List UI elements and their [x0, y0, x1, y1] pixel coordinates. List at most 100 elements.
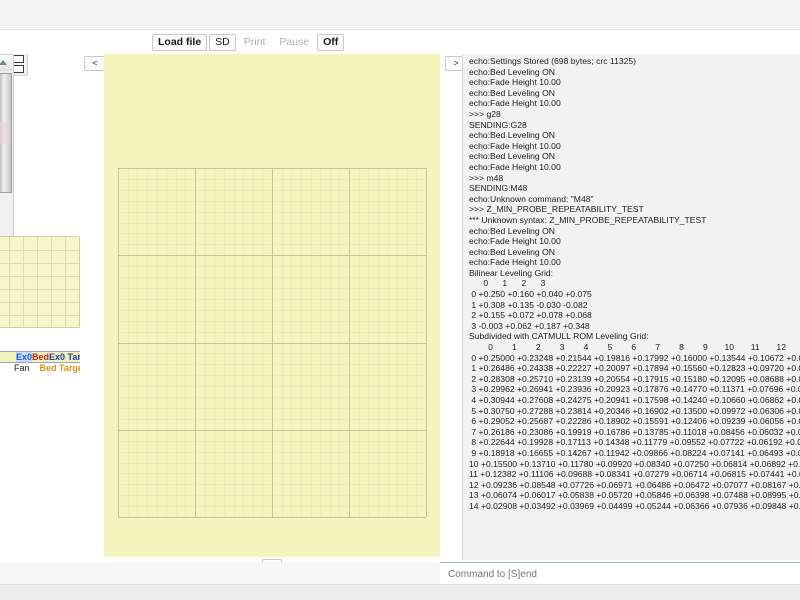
sd-button[interactable]: SD — [209, 33, 236, 51]
temp-grid-line-horizontal — [0, 302, 79, 303]
temp-grid-line-horizontal — [0, 315, 79, 316]
load-file-button[interactable]: Load file — [152, 33, 208, 51]
main-toolbar: Load file SD Print Pause Off — [0, 30, 800, 54]
bed-grid-line-horizontal — [118, 178, 426, 180]
bed-grid-line-horizontal — [118, 495, 426, 497]
console-line: SENDING:G28 — [469, 119, 527, 130]
bed-grid-line-horizontal — [118, 200, 426, 202]
bed-grid-line-horizontal — [118, 277, 426, 279]
console-line: *** Unknown syntax: Z_MIN_PROBE_REPEATAB… — [469, 214, 707, 225]
bed-visualization-panel: < + — [80, 54, 440, 571]
bed-grid-line-horizontal — [118, 375, 426, 377]
console-line: echo:Bed Leveling ON — [469, 151, 555, 162]
console-line: 10 +0.15500 +0.13710 +0.11780 +0.09920 +… — [469, 458, 800, 469]
bed-grid-line-horizontal — [118, 407, 426, 409]
legend-bed-label: Bed — [32, 352, 50, 362]
bed-grid-line-horizontal — [118, 418, 426, 420]
bed-grid-line-horizontal — [118, 342, 426, 344]
bed-grid-line-horizontal — [118, 266, 426, 268]
bed-grid-line-horizontal — [118, 168, 426, 169]
console-line: 1 +0.308 +0.135 -0.030 -0.082 — [469, 299, 588, 310]
console-line: echo:Fade Height 10.00 — [469, 236, 561, 247]
bottom-strip — [0, 562, 440, 584]
console-line: echo:Bed Leveling ON — [469, 225, 555, 236]
legend-fan-label: Fan — [14, 363, 30, 373]
console-line: 2 +0.155 +0.072 +0.078 +0.068 — [469, 310, 592, 321]
console-line: 1 +0.26486 +0.24338 +0.22227 +0.20097 +0… — [471, 363, 800, 374]
temp-grid-line-horizontal — [0, 289, 79, 290]
console-line: echo:Bed Leveling ON — [469, 130, 555, 141]
bed-grid-line-horizontal — [118, 233, 426, 235]
legend-row-primary: Ex0BedEx0 Target — [0, 351, 80, 363]
legend-bed-target-label: Bed Target — [39, 363, 80, 373]
legend-extruder0-target-label: Ex0 Target — [49, 352, 80, 362]
console-line: Subdivided with CATMULL ROM Leveling Gri… — [469, 331, 649, 342]
bed-grid-line-horizontal — [118, 288, 426, 289]
print-button: Print — [237, 33, 272, 51]
temp-grid-line-horizontal — [0, 250, 79, 251]
console-line: echo:Fade Height 10.00 — [469, 161, 561, 172]
print-bed-canvas[interactable] — [104, 54, 440, 557]
scrollbar-thumb[interactable] — [0, 73, 12, 193]
bed-grid-line-horizontal — [118, 440, 426, 442]
title-bar — [0, 0, 800, 30]
bed-grid-line-horizontal — [118, 255, 426, 257]
scroll-up-arrow-icon[interactable] — [0, 55, 13, 71]
bed-grid-line-horizontal — [118, 320, 426, 322]
console-line: 0 1 2 3 4 5 6 7 8 9 10 11 12 13 14 15 — [488, 342, 786, 353]
console-line: echo:Fade Height 10.00 — [469, 77, 561, 88]
bed-grid-line-horizontal — [118, 386, 426, 388]
temp-grid-line-horizontal — [0, 276, 79, 277]
console-line: >>> Z_MIN_PROBE_REPEATABILITY_TEST — [469, 204, 644, 215]
console-line: 13 +0.06074 +0.06017 +0.05838 +0.05720 +… — [469, 490, 800, 501]
console-line: 7 +0.26186 +0.23086 +0.19919 +0.16786 +0… — [471, 426, 800, 437]
console-line: 5 +0.30750 +0.27288 +0.23814 +0.20346 +0… — [471, 405, 800, 416]
console-line: >>> g28 — [469, 108, 501, 119]
bed-grid-line-horizontal — [118, 331, 426, 333]
off-button[interactable]: Off — [317, 33, 345, 51]
bed-grid-line-horizontal — [118, 462, 426, 464]
legend-row-secondary: Fan Bed Target — [0, 363, 80, 375]
bed-grid-line-horizontal — [118, 451, 426, 453]
bed-grid-line-horizontal — [118, 429, 426, 431]
console-line: 4 +0.30944 +0.27608 +0.24275 +0.20941 +0… — [471, 395, 800, 405]
console-line: 2 +0.28308 +0.25710 +0.23139 +0.20554 +0… — [471, 373, 800, 384]
temperature-graph-plot[interactable] — [0, 236, 80, 328]
console-line: echo:Bed Leveling ON — [469, 66, 555, 77]
command-input[interactable] — [440, 562, 800, 584]
bed-grid-line-horizontal — [118, 189, 426, 191]
bed-grid-line-horizontal — [118, 211, 426, 213]
console-line: 9 +0.18918 +0.16655 +0.14267 +0.11942 +0… — [471, 447, 800, 458]
console-line: 3 +0.29962 +0.26941 +0.23936 +0.20923 +0… — [471, 384, 800, 395]
console-line: echo:Fade Height 10.00 — [469, 140, 561, 151]
console-line: 11 +0.12382 +0.11106 +0.09688 +0.08341 +… — [469, 469, 800, 480]
console-line: 12 +0.09236 +0.08548 +0.07726 +0.06971 +… — [469, 479, 800, 490]
console-line: 8 +0.22644 +0.19928 +0.17113 +0.14348 +0… — [471, 437, 800, 448]
bed-grid-line-horizontal — [118, 353, 426, 355]
console-line: 0 1 2 3 — [469, 278, 546, 289]
console-log: echo:Settings Stored (698 bytes; crc 113… — [463, 54, 800, 514]
bed-grid-line-horizontal — [118, 506, 426, 508]
console-line: Bilinear Leveling Grid: — [469, 267, 554, 278]
bed-grid-line-horizontal — [118, 298, 426, 300]
console-panel: > echo:Settings Stored (698 bytes; crc 1… — [440, 54, 800, 562]
scrollbar-thumb-nub — [0, 122, 10, 144]
legend-extruder0-label: Ex0 — [16, 352, 33, 362]
console-line: 0 +0.25000 +0.23248 +0.21544 +0.19816 +0… — [471, 352, 800, 363]
collapse-left-button[interactable]: < — [84, 56, 106, 71]
bed-grid-line-horizontal — [118, 517, 426, 518]
left-panel: Ex0BedEx0 Target Fan Bed Target — [0, 54, 80, 562]
application-window: Load file SD Print Pause Off Ex0BedEx0 T… — [0, 0, 800, 600]
bed-grid-line-horizontal — [118, 309, 426, 311]
console-line: echo:Settings Stored (698 bytes; crc 113… — [469, 56, 637, 66]
left-vertical-scrollbar[interactable] — [0, 54, 14, 254]
console-line: echo:Unknown command: "M48" — [469, 193, 594, 204]
bed-grid-line-horizontal — [118, 484, 426, 486]
console-line: echo:Fade Height 10.00 — [469, 98, 561, 109]
temp-grid-line-horizontal — [0, 263, 79, 264]
serial-console[interactable]: echo:Settings Stored (698 bytes; crc 113… — [462, 54, 800, 560]
temperature-graph-legend: Ex0BedEx0 Target Fan Bed Target — [0, 351, 80, 377]
console-line: SENDING:M48 — [469, 183, 528, 194]
console-line: echo:Bed Leveling ON — [469, 246, 555, 257]
bed-grid-line-horizontal — [118, 473, 426, 475]
